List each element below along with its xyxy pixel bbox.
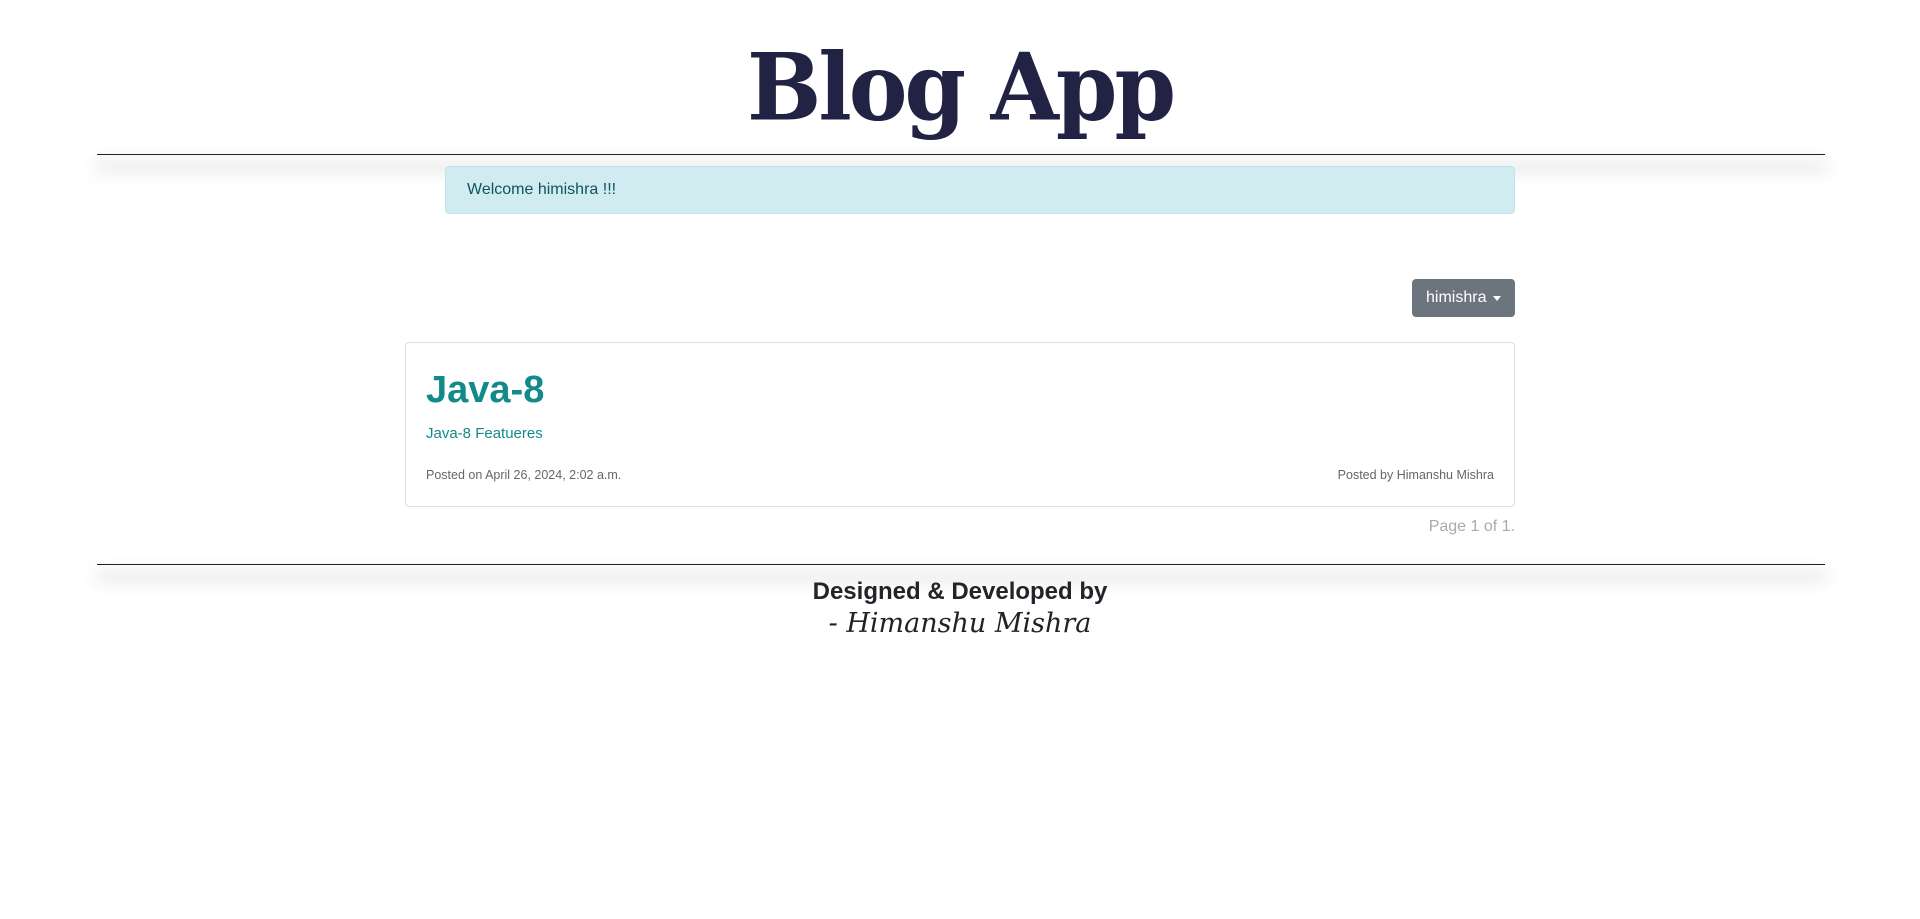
post-author: Posted by Himanshu Mishra: [1337, 468, 1494, 482]
header-divider: [97, 154, 1825, 155]
footer-credit-heading: Designed & Developed by: [812, 578, 1108, 605]
pagination-status: Page 1 of 1.: [1428, 518, 1515, 535]
welcome-alert: Welcome himishra !!!: [445, 166, 1515, 214]
footer-divider: [97, 564, 1825, 565]
post-title[interactable]: Java-8: [426, 367, 544, 413]
site-title: Blog App: [746, 32, 1176, 142]
post-date: Posted on April 26, 2024, 2:02 a.m.: [426, 468, 622, 482]
post-card: Java-8 Java-8 Featueres Posted on April …: [405, 342, 1515, 507]
footer-author-signature: - Himanshu Mishra: [828, 608, 1092, 639]
user-dropdown-button[interactable]: himishra: [1412, 279, 1515, 317]
post-subtitle[interactable]: Java-8 Featueres: [426, 425, 543, 442]
caret-down-icon: [1493, 296, 1501, 301]
user-dropdown-label: himishra: [1426, 289, 1487, 306]
page: Blog App Welcome himishra !!! himishra J…: [0, 0, 1920, 919]
